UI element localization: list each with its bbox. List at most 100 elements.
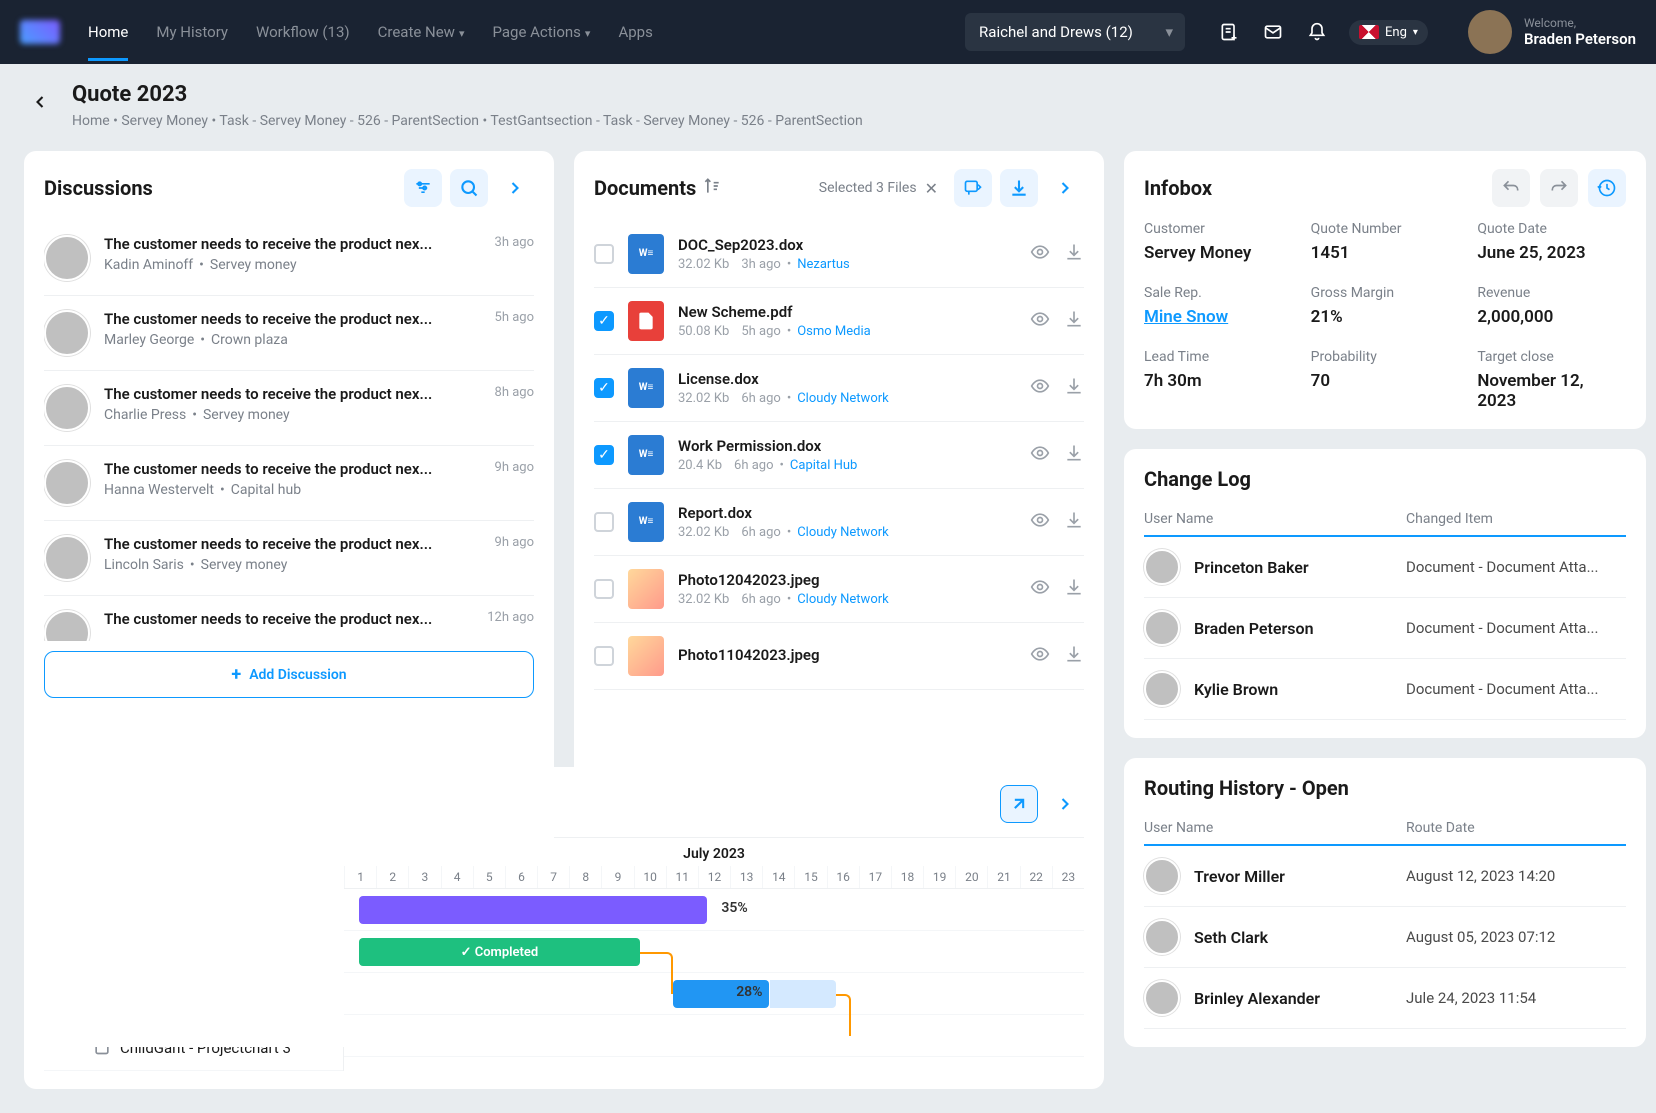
download-icon[interactable]	[1064, 309, 1084, 333]
routing-row[interactable]: Brinley Alexander Jule 24, 2023 11:54	[1144, 968, 1626, 1029]
document-checkbox[interactable]	[594, 244, 614, 264]
avatar	[1144, 858, 1180, 894]
download-icon[interactable]	[1064, 242, 1084, 266]
gantt-row: 28%	[344, 973, 1084, 1015]
infobox-label: Quote Number	[1311, 221, 1460, 237]
page-header: Quote 2023 Home • Servey Money • Task - …	[0, 64, 1656, 151]
download-icon[interactable]	[1064, 510, 1084, 534]
discussion-title: The customer needs to receive the produc…	[104, 310, 432, 328]
document-checkbox[interactable]	[594, 646, 614, 666]
discussion-item[interactable]: The customer needs to receive the produc…	[44, 221, 534, 296]
clear-selection-button[interactable]: ✕	[925, 179, 938, 198]
discussion-item[interactable]: The customer needs to receive the produc…	[44, 521, 534, 596]
infobox-title: Infobox	[1144, 176, 1212, 200]
gantt-day: 3	[408, 866, 440, 888]
preview-icon[interactable]	[1030, 242, 1050, 266]
breadcrumb[interactable]: Home • Servey Money • Task - Servey Mone…	[72, 113, 863, 129]
download-all-button[interactable]	[1000, 169, 1038, 207]
gantt-expand-button[interactable]	[1046, 785, 1084, 823]
changelog-row[interactable]: Princeton Baker Document - Document Atta…	[1144, 537, 1626, 598]
avatar	[1144, 610, 1180, 646]
bell-icon[interactable]	[1305, 20, 1329, 44]
document-checkbox[interactable]: ✓	[594, 378, 614, 398]
preview-icon[interactable]	[1030, 443, 1050, 467]
document-name[interactable]: New Scheme.pdf	[678, 303, 1016, 321]
gantt-day: 6	[505, 866, 537, 888]
add-discussion-button[interactable]: + Add Discussion	[44, 651, 534, 698]
document-name[interactable]: Photo12042023.jpeg	[678, 571, 1016, 589]
search-button[interactable]	[450, 169, 488, 207]
routing-user: Brinley Alexander	[1194, 989, 1406, 1008]
undo-button[interactable]	[1492, 169, 1530, 207]
gantt-row: ✓ Completed	[344, 931, 1084, 973]
history-button[interactable]	[1588, 169, 1626, 207]
sort-icon[interactable]	[702, 176, 722, 200]
preview-icon[interactable]	[1030, 309, 1050, 333]
download-icon[interactable]	[1064, 577, 1084, 601]
download-icon[interactable]	[1064, 443, 1084, 467]
changelog-card: Change Log User Name Changed Item Prince…	[1124, 449, 1646, 738]
avatar	[44, 610, 90, 641]
document-name[interactable]: Photo11042023.jpeg	[678, 646, 1016, 664]
document-meta: 50.08 Kb5h ago•Osmo Media	[678, 324, 1016, 339]
document-name[interactable]: Report.dox	[678, 504, 1016, 522]
gantt-row: 35%	[344, 889, 1084, 931]
document-name[interactable]: Work Permission.dox	[678, 437, 1016, 455]
download-icon[interactable]	[1064, 376, 1084, 400]
nav-tab-workflow[interactable]: Workflow (13)	[256, 3, 350, 61]
document-item: ✓ New Scheme.pdf 50.08 Kb5h ago•Osmo Med…	[594, 288, 1084, 355]
changelog-row[interactable]: Kylie Brown Document - Document Atta...	[1144, 659, 1626, 720]
expand-button[interactable]	[496, 169, 534, 207]
nav-tab-create[interactable]: Create New▾	[378, 3, 465, 61]
document-name[interactable]: License.dox	[678, 370, 1016, 388]
entity-selector[interactable]: Raichel and Drews (12)	[965, 13, 1185, 51]
infobox-field: Target close November 12, 2023	[1477, 349, 1626, 411]
user-menu[interactable]: Welcome, Braden Peterson	[1468, 10, 1636, 54]
preview-icon[interactable]	[1030, 577, 1050, 601]
routing-row[interactable]: Trevor Miller August 12, 2023 14:20	[1144, 846, 1626, 907]
discussion-meta: Marley George•Crown plaza	[104, 332, 534, 348]
logo	[20, 20, 60, 44]
nav-tab-history[interactable]: My History	[156, 3, 228, 61]
fullscreen-button[interactable]	[1000, 785, 1038, 823]
changelog-col-item: Changed Item	[1406, 511, 1626, 527]
changelog-row[interactable]: Braden Peterson Document - Document Atta…	[1144, 598, 1626, 659]
document-checkbox[interactable]: ✓	[594, 445, 614, 465]
discussion-title: The customer needs to receive the produc…	[104, 610, 432, 628]
discussion-item[interactable]: The customer needs to receive the produc…	[44, 296, 534, 371]
gantt-day: 5	[473, 866, 505, 888]
nav-tab-home[interactable]: Home	[88, 3, 128, 61]
preview-icon[interactable]	[1030, 510, 1050, 534]
documents-expand-button[interactable]	[1046, 169, 1084, 207]
mail-icon[interactable]	[1261, 20, 1285, 44]
document-name[interactable]: DOC_Sep2023.dox	[678, 236, 1016, 254]
download-icon[interactable]	[1064, 644, 1084, 668]
preview-icon[interactable]	[1030, 644, 1050, 668]
gantt-day: 7	[537, 866, 569, 888]
document-checkbox[interactable]: ✓	[594, 311, 614, 331]
gantt-bar-parent[interactable]	[359, 896, 707, 924]
language-selector[interactable]: Eng ▾	[1349, 20, 1428, 45]
routing-row[interactable]: Seth Clark August 05, 2023 07:12	[1144, 907, 1626, 968]
avatar	[1144, 980, 1180, 1016]
redo-button[interactable]	[1540, 169, 1578, 207]
discussion-item[interactable]: The customer needs to receive the produc…	[44, 371, 534, 446]
infobox-value[interactable]: Mine Snow	[1144, 307, 1293, 327]
discussion-title: The customer needs to receive the produc…	[104, 535, 432, 553]
preview-icon[interactable]	[1030, 376, 1050, 400]
discussion-item[interactable]: The customer needs to receive the produc…	[44, 446, 534, 521]
routing-user: Trevor Miller	[1194, 867, 1406, 886]
selected-count: Selected 3 Files ✕	[819, 179, 938, 198]
filter-button[interactable]	[404, 169, 442, 207]
gantt-bar-child2-ext	[770, 980, 837, 1008]
gantt-bar-child1[interactable]: ✓ Completed	[359, 938, 640, 966]
document-checkbox[interactable]	[594, 512, 614, 532]
document-checkbox[interactable]	[594, 579, 614, 599]
back-button[interactable]	[24, 86, 56, 118]
new-doc-icon[interactable]	[1217, 20, 1241, 44]
download-selected-button[interactable]	[954, 169, 992, 207]
nav-tab-page-actions[interactable]: Page Actions▾	[493, 3, 591, 61]
discussion-item[interactable]: The customer needs to receive the produc…	[44, 596, 534, 641]
nav-tab-apps[interactable]: Apps	[618, 3, 652, 61]
gantt-day: 18	[891, 866, 923, 888]
